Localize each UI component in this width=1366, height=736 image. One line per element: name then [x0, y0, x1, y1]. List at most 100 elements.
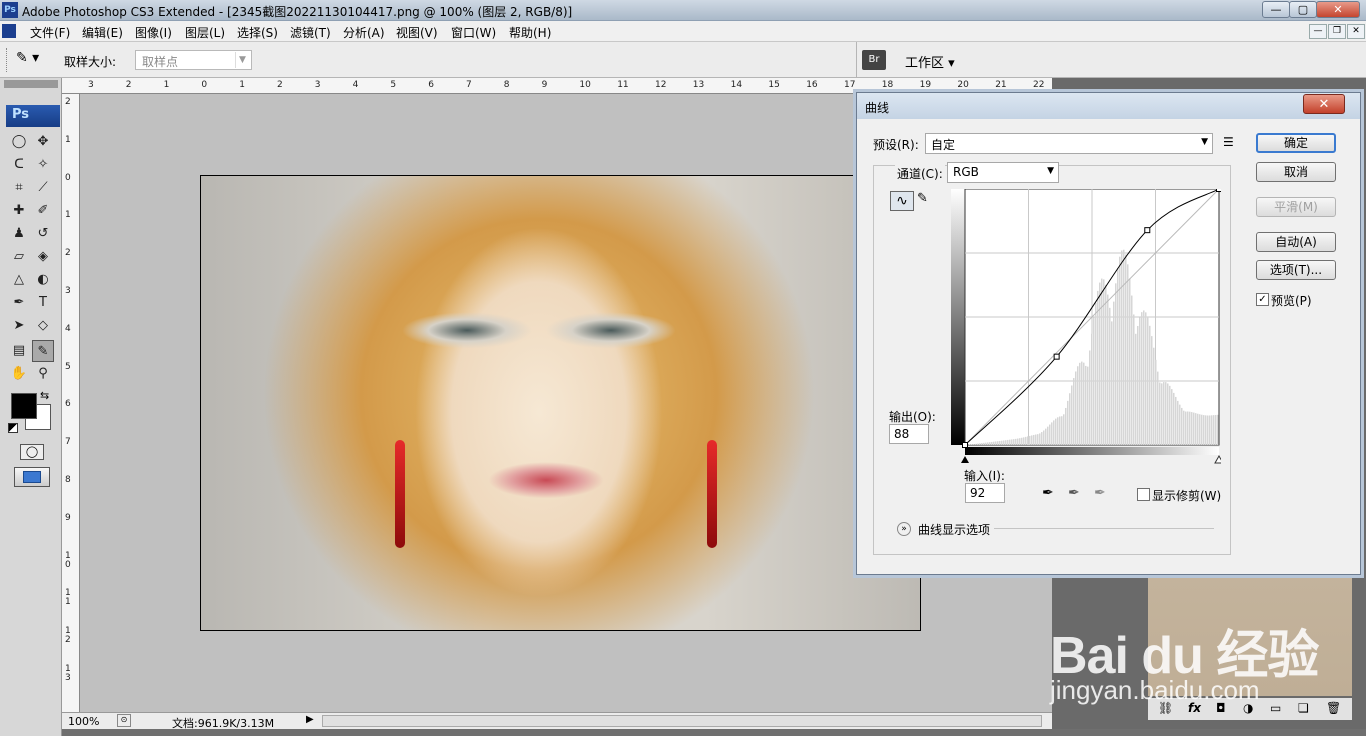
- eyedropper-icon[interactable]: ✎: [32, 340, 54, 362]
- minimize-button[interactable]: —: [1262, 1, 1290, 18]
- workspace-button[interactable]: 工作区 ▾: [905, 52, 955, 71]
- magic-wand-icon[interactable]: ✧: [32, 154, 54, 176]
- smooth-button[interactable]: 平滑(M): [1256, 197, 1336, 217]
- doc-minimize-button[interactable]: —: [1309, 24, 1327, 39]
- histogram-bar: [1027, 436, 1029, 445]
- menu-help[interactable]: 帮助(H): [509, 24, 551, 41]
- histogram-bar: [1207, 415, 1209, 445]
- slice-icon[interactable]: ⟋: [32, 177, 54, 199]
- preview-checkbox[interactable]: ✓: [1256, 293, 1269, 306]
- histogram-bar: [1143, 310, 1145, 445]
- photoshop-app-icon[interactable]: Ps: [2, 2, 18, 18]
- histogram-bar: [1159, 382, 1161, 445]
- status-menu-icon[interactable]: ⊙: [117, 714, 131, 727]
- zoom-icon[interactable]: ⚲: [32, 363, 54, 385]
- path-select-icon[interactable]: ➤: [8, 315, 30, 337]
- notes-icon[interactable]: ▤: [8, 340, 30, 362]
- menu-file[interactable]: 文件(F): [30, 24, 70, 41]
- menu-window[interactable]: 窗口(W): [451, 24, 496, 41]
- options-button[interactable]: 选项(T)...: [1256, 260, 1336, 280]
- shape-icon[interactable]: ◇: [32, 315, 54, 337]
- options-grip[interactable]: [6, 48, 8, 72]
- show-clipping-checkbox[interactable]: [1137, 488, 1150, 501]
- eyedropper-tool-preset-icon[interactable]: ✎ ▾: [16, 50, 52, 70]
- sample-size-select[interactable]: 取样点 ▼: [135, 50, 252, 70]
- blur-icon[interactable]: △: [8, 269, 30, 291]
- black-point-slider[interactable]: [961, 456, 969, 463]
- cancel-button[interactable]: 取消: [1256, 162, 1336, 182]
- status-arrow-icon[interactable]: ▶: [306, 714, 314, 725]
- marquee-icon[interactable]: ◯: [8, 131, 30, 153]
- histogram-bar: [993, 441, 995, 445]
- default-colors-icon[interactable]: [8, 423, 18, 433]
- menu-select[interactable]: 选择(S): [237, 24, 278, 41]
- output-field[interactable]: 88: [889, 424, 929, 444]
- zoom-level[interactable]: 100%: [68, 715, 99, 728]
- ok-button[interactable]: 确定: [1256, 133, 1336, 153]
- ruler-tick-label: 13: [692, 80, 705, 90]
- bridge-icon[interactable]: Br: [862, 50, 886, 70]
- document-icon[interactable]: [2, 24, 16, 38]
- move-icon[interactable]: ✥: [32, 131, 54, 153]
- menu-layer[interactable]: 图层(L): [185, 24, 225, 41]
- curve-control-point[interactable]: [962, 442, 968, 448]
- auto-button[interactable]: 自动(A): [1256, 232, 1336, 252]
- stamp-icon[interactable]: ♟: [8, 223, 30, 245]
- curve-control-point[interactable]: [1144, 227, 1151, 234]
- type-icon[interactable]: T: [32, 292, 54, 314]
- document-image-portrait[interactable]: [200, 175, 921, 631]
- ruler-vertical[interactable]: 2101234567891 01 11 21 3: [62, 94, 80, 712]
- curves-graph[interactable]: [951, 189, 1221, 465]
- menu-view[interactable]: 视图(V): [396, 24, 438, 41]
- maximize-button[interactable]: ▢: [1289, 1, 1317, 18]
- doc-close-button[interactable]: ✕: [1347, 24, 1365, 39]
- options-divider: [994, 528, 1214, 529]
- histogram-bar: [1201, 414, 1203, 445]
- quick-mask-icon[interactable]: ◯: [20, 444, 44, 460]
- preset-select[interactable]: 自定 ▼: [925, 133, 1213, 154]
- white-point-slider[interactable]: [1214, 454, 1221, 464]
- history-brush-icon[interactable]: ↺: [32, 223, 54, 245]
- histogram-bar: [1101, 278, 1103, 445]
- curve-control-point[interactable]: [1053, 353, 1060, 360]
- tools-panel-header[interactable]: [4, 80, 58, 88]
- foreground-color-swatch[interactable]: [11, 393, 37, 419]
- lasso-icon[interactable]: ᑕ: [8, 154, 30, 176]
- menu-edit[interactable]: 编辑(E): [82, 24, 123, 41]
- histogram-bar: [1071, 385, 1073, 445]
- menu-filter[interactable]: 滤镜(T): [290, 24, 331, 41]
- menu-analysis[interactable]: 分析(A): [343, 24, 385, 41]
- histogram-bar: [1151, 336, 1153, 445]
- histogram-bar: [1165, 382, 1167, 445]
- curve-display-options[interactable]: 曲线显示选项: [918, 521, 990, 538]
- preset-options-icon[interactable]: ☰: [1223, 135, 1234, 149]
- doc-restore-button[interactable]: ❐: [1328, 24, 1346, 39]
- swap-colors-icon[interactable]: ⇆: [40, 389, 49, 402]
- channel-select[interactable]: RGB ▼: [947, 162, 1059, 183]
- input-field[interactable]: 92: [965, 483, 1005, 503]
- gray-eyedropper-icon[interactable]: ✒: [1068, 485, 1080, 501]
- screen-mode-icon[interactable]: [14, 467, 50, 487]
- healing-icon[interactable]: ✚: [8, 200, 30, 222]
- pen-icon[interactable]: ✒: [8, 292, 30, 314]
- dodge-icon[interactable]: ◐: [32, 269, 54, 291]
- expand-chevron-icon[interactable]: »: [897, 522, 911, 536]
- close-icon[interactable]: ✕: [1303, 94, 1345, 114]
- close-window-button[interactable]: ✕: [1316, 1, 1360, 18]
- brush-icon[interactable]: ✐: [32, 200, 54, 222]
- horizontal-scrollbar[interactable]: [322, 715, 1042, 727]
- eraser-icon[interactable]: ▱: [8, 246, 30, 268]
- black-eyedropper-icon[interactable]: ✒: [1042, 485, 1054, 501]
- curve-edit-icon[interactable]: ∿: [890, 191, 914, 211]
- pencil-icon[interactable]: ✎: [917, 191, 933, 211]
- curve-control-point[interactable]: [1216, 189, 1222, 192]
- white-eyedropper-icon[interactable]: ✒: [1094, 485, 1106, 501]
- histogram-bar: [1003, 440, 1005, 445]
- hand-icon[interactable]: ✋: [8, 363, 30, 385]
- curves-title-bar[interactable]: 曲线 ✕: [857, 93, 1360, 119]
- ruler-tick-label: 8: [503, 80, 510, 90]
- paint-bucket-icon[interactable]: ◈: [32, 246, 54, 268]
- menu-image[interactable]: 图像(I): [135, 24, 172, 41]
- histogram-bar: [1109, 307, 1111, 445]
- crop-icon[interactable]: ⌗: [8, 177, 30, 199]
